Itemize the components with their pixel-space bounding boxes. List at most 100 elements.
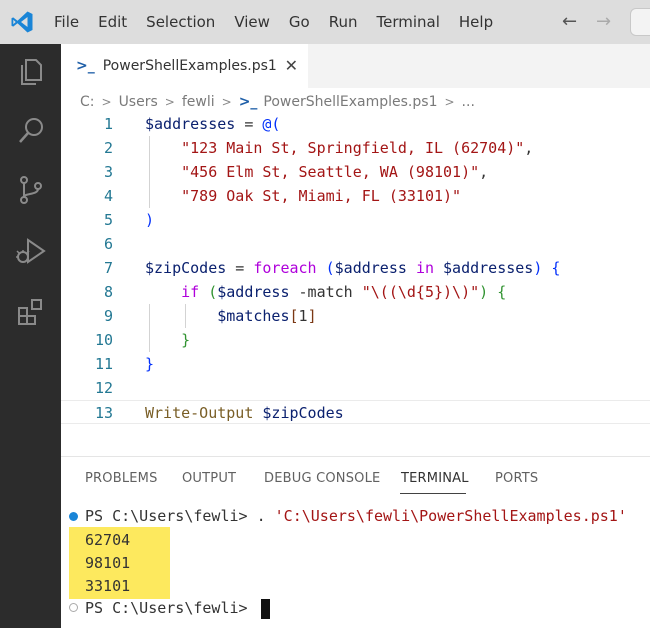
code-token: $matches — [217, 307, 290, 325]
vscode-logo-icon[interactable] — [10, 10, 34, 34]
terminal[interactable]: PS C:\Users\fewli> . 'C:\Users\fewli\Pow… — [61, 505, 650, 628]
line-number: 9 — [103, 307, 113, 325]
code-line[interactable]: 7 $zipCodes = foreach ($address in $addre… — [61, 256, 650, 280]
extensions-icon[interactable] — [15, 296, 47, 328]
close-icon[interactable]: ✕ — [285, 56, 298, 75]
menu-view[interactable]: View — [234, 13, 270, 31]
code-token: $address — [217, 283, 290, 301]
command-pending-decoration[interactable] — [69, 603, 78, 612]
code-token: if — [181, 283, 200, 301]
code-line[interactable]: 2 "123 Main St, Springfield, IL (62704)"… — [61, 136, 650, 160]
tab-label: PowerShellExamples.ps1 — [102, 58, 277, 74]
source-control-icon[interactable] — [15, 174, 47, 206]
code-line[interactable]: 9 $matches[1] — [61, 304, 650, 328]
chevron-right-icon: > — [221, 95, 232, 109]
chevron-right-icon: > — [164, 95, 175, 109]
code-token: { — [497, 283, 507, 301]
code-token: [ — [289, 307, 299, 325]
code-token: 1 — [298, 307, 308, 325]
code-line[interactable]: 3 "456 Elm St, Seattle, WA (98101)", — [61, 160, 650, 184]
menu-terminal[interactable]: Terminal — [377, 13, 440, 31]
menu-file[interactable]: File — [54, 13, 79, 31]
code-token: "\((\d{5})\)" — [361, 283, 480, 301]
code-token: $addresses — [443, 259, 534, 277]
code-token: { — [551, 259, 561, 277]
breadcrumb-users[interactable]: Users — [119, 94, 158, 110]
code-line[interactable]: 13 Write-Output $zipCodes — [61, 400, 650, 424]
code-line[interactable]: 1 $addresses = @( — [61, 112, 650, 136]
code-line[interactable]: 6 — [61, 232, 650, 256]
breadcrumb-symbols[interactable]: ... — [462, 94, 475, 110]
code-token: ( — [208, 283, 218, 301]
menu-edit[interactable]: Edit — [98, 13, 127, 31]
code-token: @( — [262, 115, 281, 133]
command-success-decoration[interactable] — [69, 512, 78, 521]
code-text: $matches[1] — [145, 304, 317, 328]
code-token: = — [235, 115, 263, 133]
code-token: ( — [325, 259, 335, 277]
code-token: Write-Output — [145, 404, 254, 422]
tab-output[interactable]: OUTPUT — [182, 471, 236, 486]
terminal-prompt: PS C:\Users\fewli> — [85, 599, 257, 617]
powershell-file-icon: >_ — [76, 58, 95, 74]
active-tab-indicator — [400, 493, 466, 494]
terminal-script-path: 'C:\Users\fewli\PowerShellExamples.ps1' — [274, 507, 627, 525]
line-number: 3 — [103, 163, 113, 181]
code-token: } — [181, 331, 191, 349]
terminal-prompt: PS C:\Users\fewli> . — [85, 507, 275, 525]
code-line[interactable]: 11} — [61, 352, 650, 376]
tab-debug-console[interactable]: DEBUG CONSOLE — [264, 471, 380, 486]
code-line[interactable]: 12 — [61, 376, 650, 400]
command-center-search[interactable] — [630, 8, 650, 36]
code-line[interactable]: 8 if ($address -match "\((\d{5})\)") { — [61, 280, 650, 304]
menu-selection[interactable]: Selection — [146, 13, 215, 31]
back-arrow-icon[interactable]: ← — [562, 11, 577, 32]
breadcrumb-drive[interactable]: C: — [80, 94, 95, 110]
code-token: = — [226, 259, 254, 277]
line-number: 1 — [103, 115, 113, 133]
search-icon[interactable] — [15, 115, 47, 147]
line-number: 7 — [103, 259, 113, 277]
breadcrumb: C: > Users > fewli > >_ PowerShellExampl… — [80, 92, 475, 112]
code-token: -match — [289, 283, 362, 301]
code-text: } — [145, 352, 154, 376]
line-number: 13 — [94, 404, 113, 422]
code-text: $addresses = @( — [145, 112, 280, 136]
code-text: } — [145, 328, 190, 352]
tab-problems[interactable]: PROBLEMS — [85, 471, 158, 486]
explorer-icon[interactable] — [15, 56, 47, 88]
forward-arrow-icon[interactable]: → — [596, 11, 611, 32]
menu-help[interactable]: Help — [459, 13, 493, 31]
breadcrumb-user[interactable]: fewli — [182, 94, 215, 110]
code-token: foreach — [253, 259, 317, 277]
menu-go[interactable]: Go — [289, 13, 310, 31]
code-token: , — [479, 163, 489, 181]
breadcrumb-file[interactable]: PowerShellExamples.ps1 — [263, 94, 437, 110]
code-line[interactable]: 10 } — [61, 328, 650, 352]
line-number: 6 — [103, 235, 113, 253]
tab-ports[interactable]: PORTS — [495, 471, 538, 486]
tab-powershell-examples[interactable]: >_ PowerShellExamples.ps1 ✕ — [61, 44, 308, 88]
run-debug-icon[interactable] — [15, 235, 47, 267]
tab-terminal[interactable]: TERMINAL — [401, 471, 469, 486]
title-bar: File Edit Selection View Go Run Terminal… — [0, 0, 650, 44]
line-number: 8 — [103, 283, 113, 301]
code-line[interactable]: 4 "789 Oak St, Miami, FL (33101)" — [61, 184, 650, 208]
code-token: , — [524, 139, 534, 157]
code-line[interactable]: 5) — [61, 208, 650, 232]
code-text: $zipCodes = foreach ($address in $addres… — [145, 256, 560, 280]
menu-run[interactable]: Run — [329, 13, 358, 31]
code-editor[interactable]: 1 $addresses = @(2 "123 Main St, Springfi… — [61, 112, 650, 442]
code-token: ] — [307, 307, 317, 325]
line-number: 4 — [103, 187, 113, 205]
activity-bar — [0, 44, 61, 628]
menu-bar: File Edit Selection View Go Run Terminal… — [54, 0, 512, 44]
chevron-right-icon: > — [101, 95, 112, 109]
code-token: $addresses — [145, 115, 236, 133]
